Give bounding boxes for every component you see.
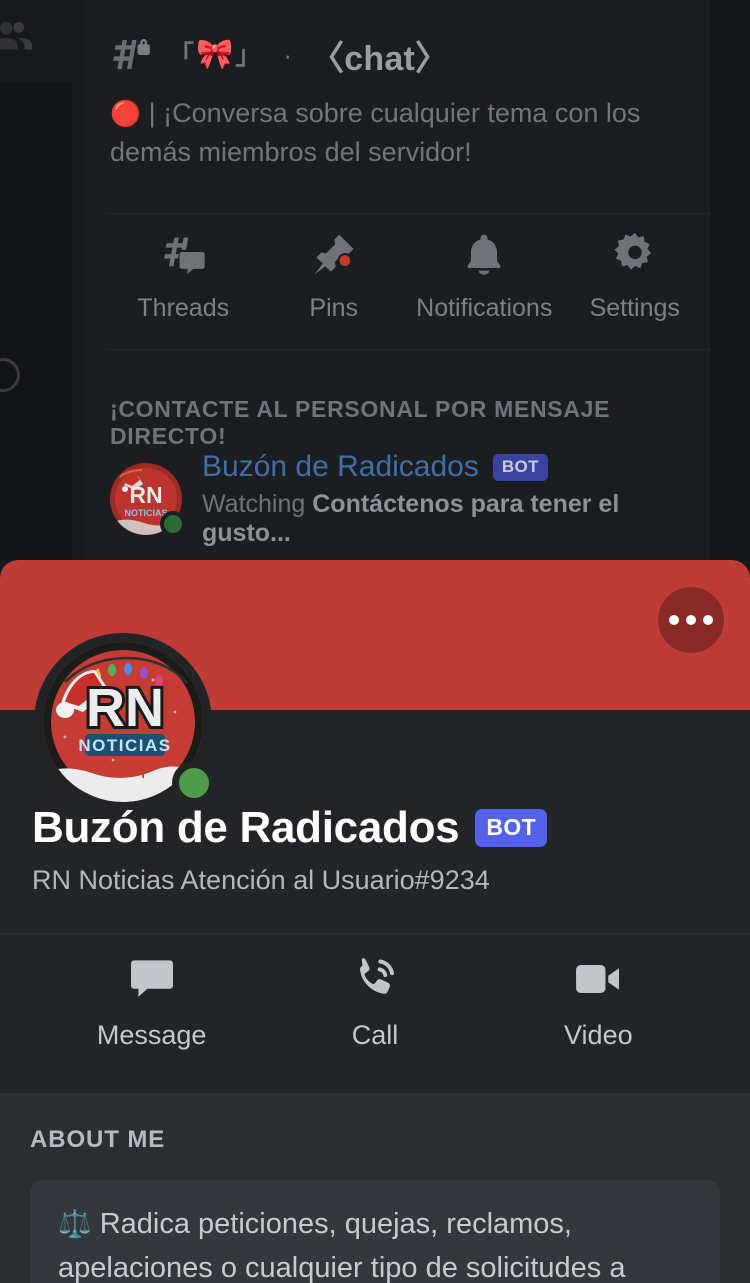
video-icon bbox=[487, 948, 710, 1010]
pin-icon bbox=[259, 228, 410, 282]
profile-action-label: Call bbox=[351, 1020, 399, 1050]
members-icon bbox=[0, 22, 33, 50]
profile-action-label: Video bbox=[564, 1020, 633, 1050]
profile-identity: Buzón de Radicados BOT RN Noticias Atenc… bbox=[32, 803, 730, 896]
divider bbox=[108, 213, 710, 214]
profile-action-row: Message Call Video bbox=[0, 948, 750, 1051]
channel-emoji-group: 「 🎀 」 bbox=[168, 40, 261, 70]
right-edge-strip bbox=[710, 0, 750, 560]
profile-avatar-wrap[interactable]: RN RN NOTICIAS bbox=[34, 633, 216, 811]
threads-icon bbox=[108, 228, 259, 282]
dot bbox=[669, 615, 679, 625]
profile-action-call[interactable]: Call bbox=[263, 948, 486, 1051]
profile-action-video[interactable]: Video bbox=[487, 948, 710, 1051]
staff-activity-line: Watching Contáctenos para tener el gusto… bbox=[202, 490, 710, 548]
profile-action-label: Message bbox=[96, 1020, 207, 1050]
bot-badge: BOT bbox=[492, 453, 548, 481]
about-me-text: Radica peticiones, quejas, reclamos, ape… bbox=[58, 1208, 626, 1283]
dot bbox=[703, 615, 713, 625]
members-rail-cell[interactable] bbox=[0, 0, 72, 82]
bell-icon bbox=[409, 228, 560, 282]
status-indicator-online bbox=[172, 761, 216, 805]
svg-text:RN: RN bbox=[86, 678, 164, 738]
channel-pane: 「 🎀 」 · 〈chat〉 🔴 | ¡Conversa sobre cualq… bbox=[84, 0, 710, 560]
avatar-brand-bottom: NOTICIAS bbox=[78, 736, 171, 755]
channel-action-label: Notifications bbox=[416, 294, 553, 322]
channel-action-pins[interactable]: Pins bbox=[259, 228, 410, 323]
dot bbox=[686, 615, 696, 625]
about-me-section: ABOUT ME ⚖️ Radica peticiones, quejas, r… bbox=[0, 1094, 750, 1283]
staff-name-line: Buzón de Radicados BOT bbox=[202, 450, 710, 484]
channel-topic-text: | ¡Conversa sobre cualquier tema con los… bbox=[110, 98, 641, 167]
channel-action-label: Pins bbox=[309, 294, 359, 322]
ribbon-emoji: 🎀 bbox=[196, 38, 234, 71]
about-me-text-line: ⚖️ Radica peticiones, quejas, reclamos, … bbox=[58, 1202, 692, 1283]
channel-name: 〈chat〉 bbox=[310, 39, 450, 78]
profile-username: RN Noticias Atención al Usuario#9234 bbox=[32, 865, 490, 895]
display-name-line: Buzón de Radicados BOT bbox=[32, 803, 730, 853]
channel-action-threads[interactable]: Threads bbox=[108, 228, 259, 323]
bot-badge: BOT bbox=[475, 809, 548, 847]
message-icon bbox=[40, 948, 263, 1010]
more-options-button[interactable] bbox=[658, 587, 724, 653]
rail-avatar-circle[interactable] bbox=[0, 358, 20, 392]
activity-prefix: Watching bbox=[202, 490, 306, 518]
channel-action-label: Threads bbox=[137, 294, 230, 322]
staff-avatar-wrap: RN NOTICIAS bbox=[110, 463, 186, 537]
divider bbox=[108, 349, 710, 350]
topic-emoji: 🔴 bbox=[110, 100, 142, 128]
channel-action-notifications[interactable]: Notifications bbox=[409, 228, 560, 323]
channel-lock-icon bbox=[112, 38, 150, 70]
staff-member-name: Buzón de Radicados bbox=[202, 450, 479, 483]
server-rail bbox=[0, 0, 72, 560]
divider bbox=[0, 933, 750, 934]
gear-icon bbox=[560, 228, 711, 282]
about-me-card: ⚖️ Radica peticiones, quejas, reclamos, … bbox=[30, 1180, 720, 1283]
svg-text:RN: RN bbox=[129, 482, 162, 508]
staff-section-header: ¡CONTACTE AL PERSONAL POR MENSAJE DIRECT… bbox=[110, 396, 611, 449]
user-profile-sheet: RN RN NOTICIAS Buzón de Radicados BOT RN… bbox=[0, 560, 750, 1283]
bracket-open-glyph: 「 bbox=[168, 40, 195, 70]
channel-action-row: Threads Pins Notifications Settings bbox=[108, 228, 710, 323]
staff-member-row[interactable]: RN NOTICIAS Buzón de Radicados BOT Watch… bbox=[110, 450, 710, 548]
bracket-close-glyph: 」 bbox=[235, 40, 262, 70]
scales-emoji: ⚖️ bbox=[58, 1209, 92, 1239]
channel-action-label: Settings bbox=[589, 294, 680, 322]
profile-action-message[interactable]: Message bbox=[40, 948, 263, 1051]
call-icon bbox=[263, 948, 486, 1010]
staff-member-text: Buzón de Radicados BOT Watching Contácte… bbox=[202, 450, 710, 548]
title-separator: · bbox=[283, 39, 293, 70]
status-indicator-online bbox=[160, 511, 186, 537]
channel-title-row[interactable]: 「 🎀 」 · 〈chat〉 bbox=[84, 0, 710, 88]
profile-display-name: Buzón de Radicados bbox=[32, 803, 460, 852]
about-me-header: ABOUT ME bbox=[30, 1126, 166, 1153]
channel-action-settings[interactable]: Settings bbox=[560, 228, 711, 323]
channel-topic[interactable]: 🔴 | ¡Conversa sobre cualquier tema con l… bbox=[84, 88, 710, 171]
